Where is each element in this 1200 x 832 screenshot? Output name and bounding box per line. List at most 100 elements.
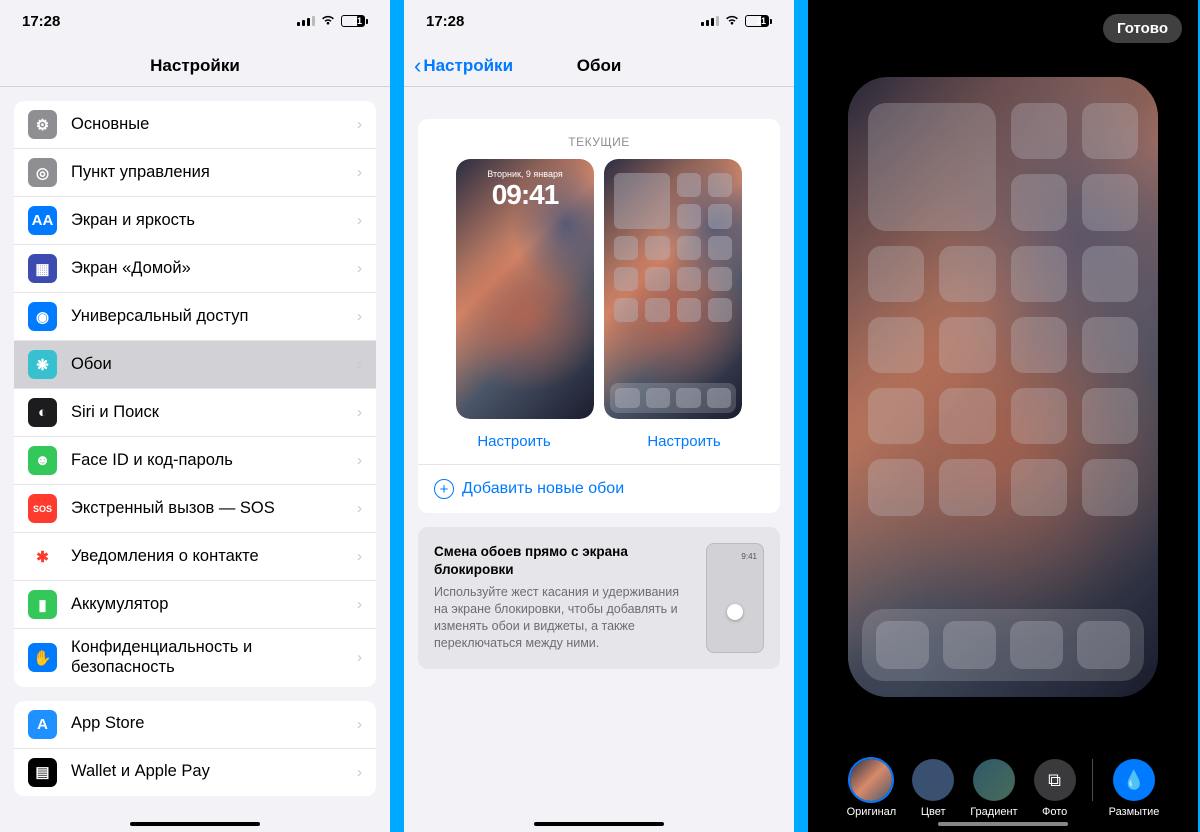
- settings-row[interactable]: ⚙ Основные ›: [14, 101, 376, 149]
- settings-row[interactable]: ▤ Wallet и Apple Pay ›: [14, 749, 376, 796]
- row-label: Обои: [71, 355, 357, 375]
- row-icon: AA: [28, 206, 57, 235]
- nav-header: ‹ Настройки Обои: [404, 42, 794, 87]
- lock-date: Вторник, 9 января: [456, 169, 594, 179]
- home-indicator: [130, 822, 260, 826]
- tip-graphic: 9:41: [706, 543, 764, 653]
- customize-lock-button[interactable]: Настроить: [434, 419, 594, 464]
- settings-row[interactable]: A App Store ›: [14, 701, 376, 749]
- option-label: Цвет: [921, 806, 946, 818]
- done-button[interactable]: Готово: [1103, 14, 1182, 43]
- panel-header: ТЕКУЩИЕ: [434, 135, 764, 149]
- settings-row[interactable]: ☻ Face ID и код-пароль ›: [14, 437, 376, 485]
- option-circle: ⧉: [1034, 759, 1076, 801]
- chevron-right-icon: ›: [357, 260, 362, 277]
- wifi-icon: [724, 13, 740, 29]
- chevron-right-icon: ›: [357, 649, 362, 666]
- row-icon: ◎: [28, 158, 57, 187]
- lock-time: 09:41: [456, 179, 594, 211]
- chevron-right-icon: ›: [357, 500, 362, 517]
- home-indicator: [534, 822, 664, 826]
- chevron-right-icon: ›: [357, 452, 362, 469]
- chevron-right-icon: ›: [357, 356, 362, 373]
- back-label: Настройки: [423, 56, 513, 76]
- chevron-right-icon: ›: [357, 164, 362, 181]
- row-icon: A: [28, 710, 57, 739]
- row-label: Аккумулятор: [71, 595, 357, 615]
- blur-icon: 💧: [1113, 759, 1155, 801]
- battery-icon: 31: [341, 15, 368, 27]
- tip-title: Смена обоев прямо с экрана блокировки: [434, 543, 692, 578]
- wallpaper-large-preview[interactable]: [848, 77, 1158, 697]
- option-circle: [912, 759, 954, 801]
- blur-toggle[interactable]: 💧 Размытие: [1109, 759, 1160, 818]
- chevron-right-icon: ›: [357, 764, 362, 781]
- wifi-icon: [320, 13, 336, 29]
- settings-row[interactable]: ◉ Универсальный доступ ›: [14, 293, 376, 341]
- page-title: Обои: [577, 56, 622, 76]
- status-bar: 17:28 31: [0, 0, 390, 42]
- row-icon: ✋: [28, 643, 57, 672]
- settings-group-store: A App Store ›▤ Wallet и Apple Pay ›: [14, 701, 376, 796]
- row-label: Универсальный доступ: [71, 307, 357, 327]
- wallpaper-editor-screen: Готово Оригинал Цвет Градиент ⧉ Фото 💧 Раз…: [808, 0, 1198, 832]
- editor-option[interactable]: ⧉ Фото: [1034, 759, 1076, 818]
- lock-screen-tip-card: Смена обоев прямо с экрана блокировки Ис…: [418, 527, 780, 669]
- plus-circle-icon: +: [434, 479, 454, 499]
- status-time: 17:28: [22, 13, 60, 30]
- row-icon: ◐: [28, 398, 57, 427]
- signal-icon: [701, 16, 719, 26]
- settings-row[interactable]: ◐ Siri и Поиск ›: [14, 389, 376, 437]
- current-wallpaper-panel: ТЕКУЩИЕ Вторник, 9 января 09:41: [418, 119, 780, 513]
- editor-option[interactable]: Градиент: [970, 759, 1017, 818]
- row-label: Конфиденциальность и безопасность: [71, 638, 357, 678]
- row-label: Уведомления о контакте: [71, 547, 357, 567]
- row-icon: ✱: [28, 542, 57, 571]
- settings-group-main: ⚙ Основные ›◎ Пункт управления ›AA Экран…: [14, 101, 376, 687]
- option-label: Оригинал: [847, 806, 897, 818]
- page-title: Настройки: [0, 42, 390, 87]
- lock-screen-preview[interactable]: Вторник, 9 января 09:41: [456, 159, 594, 419]
- chevron-right-icon: ›: [357, 308, 362, 325]
- editor-option[interactable]: Цвет: [912, 759, 954, 818]
- settings-row[interactable]: ▦ Экран «Домой» ›: [14, 245, 376, 293]
- signal-icon: [297, 16, 315, 26]
- add-new-wallpaper-button[interactable]: + Добавить новые обои: [418, 464, 780, 513]
- row-icon: ▮: [28, 590, 57, 619]
- row-icon: ☻: [28, 446, 57, 475]
- chevron-right-icon: ›: [357, 716, 362, 733]
- option-label: Фото: [1042, 806, 1067, 818]
- chevron-left-icon: ‹: [414, 53, 421, 79]
- home-indicator: [938, 822, 1068, 826]
- add-new-label: Добавить новые обои: [462, 480, 624, 498]
- customize-home-button[interactable]: Настроить: [604, 419, 764, 464]
- option-label: Размытие: [1109, 806, 1160, 818]
- row-label: Экран «Домой»: [71, 259, 357, 279]
- row-icon: ❋: [28, 350, 57, 379]
- row-icon: ⚙: [28, 110, 57, 139]
- editor-option[interactable]: Оригинал: [847, 759, 897, 818]
- settings-row[interactable]: ▮ Аккумулятор ›: [14, 581, 376, 629]
- row-label: App Store: [71, 714, 357, 734]
- separator: [1092, 759, 1093, 801]
- chevron-right-icon: ›: [357, 548, 362, 565]
- tip-body: Используйте жест касания и удерживания н…: [434, 584, 692, 652]
- row-label: Экран и яркость: [71, 211, 357, 231]
- home-screen-preview[interactable]: [604, 159, 742, 419]
- settings-row[interactable]: SOS Экстренный вызов — SOS ›: [14, 485, 376, 533]
- row-label: Пункт управления: [71, 163, 357, 183]
- editor-options-bar: Оригинал Цвет Градиент ⧉ Фото 💧 Размытие: [808, 759, 1198, 818]
- option-circle: [973, 759, 1015, 801]
- editor-header: Готово: [808, 0, 1198, 57]
- back-button[interactable]: ‹ Настройки: [414, 53, 513, 79]
- settings-row[interactable]: ✱ Уведомления о контакте ›: [14, 533, 376, 581]
- row-label: Wallet и Apple Pay: [71, 762, 357, 782]
- settings-row[interactable]: AA Экран и яркость ›: [14, 197, 376, 245]
- status-time: 17:28: [426, 13, 464, 30]
- settings-row[interactable]: ◎ Пункт управления ›: [14, 149, 376, 197]
- settings-row[interactable]: ❋ Обои ›: [14, 341, 376, 389]
- chevron-right-icon: ›: [357, 404, 362, 421]
- settings-row[interactable]: ✋ Конфиденциальность и безопасность ›: [14, 629, 376, 687]
- settings-root-screen: 17:28 31 Настройки ⚙ Основные ›◎ Пункт у…: [0, 0, 390, 832]
- chevron-right-icon: ›: [357, 116, 362, 133]
